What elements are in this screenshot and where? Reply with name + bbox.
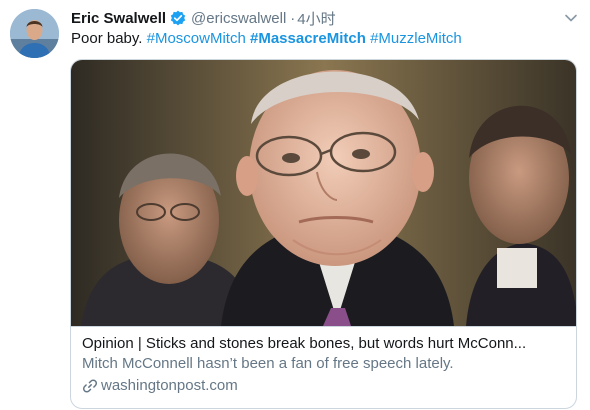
tweet-header: Eric Swalwell @ericswalwell · 4小时 (71, 8, 336, 28)
avatar[interactable] (10, 9, 59, 58)
chevron-down-icon[interactable] (563, 10, 579, 26)
author-handle[interactable]: @ericswalwell (191, 10, 286, 27)
author-name[interactable]: Eric Swalwell (71, 10, 166, 27)
link-icon (82, 378, 98, 394)
card-title[interactable]: Opinion | Sticks and stones break bones,… (82, 334, 567, 354)
card-domain[interactable]: washingtonpost.com (82, 376, 238, 396)
card-description: Mitch McConnell hasn’t been a fan of fre… (82, 355, 454, 372)
link-card[interactable]: Opinion | Sticks and stones break bones,… (70, 59, 577, 409)
hashtag-link[interactable]: #MassacreMitch (250, 30, 366, 47)
card-domain-text[interactable]: washingtonpost.com (101, 376, 238, 396)
tweet[interactable]: Eric Swalwell @ericswalwell · 4小时 Poor b… (0, 0, 590, 410)
tweet-plain-text: Poor baby. (71, 30, 143, 47)
card-body[interactable]: Opinion | Sticks and stones break bones,… (71, 326, 576, 408)
tweet-text: Poor baby. #MoscowMitch #MassacreMitch #… (71, 29, 462, 49)
separator-dot: · (290, 9, 296, 27)
tweet-timestamp[interactable]: 4小时 (297, 8, 335, 29)
news-photo[interactable] (71, 60, 576, 326)
hashtag-link[interactable]: #MuzzleMitch (370, 30, 462, 47)
verified-badge-icon (170, 10, 186, 26)
hashtag-link[interactable]: #MoscowMitch (147, 30, 246, 47)
